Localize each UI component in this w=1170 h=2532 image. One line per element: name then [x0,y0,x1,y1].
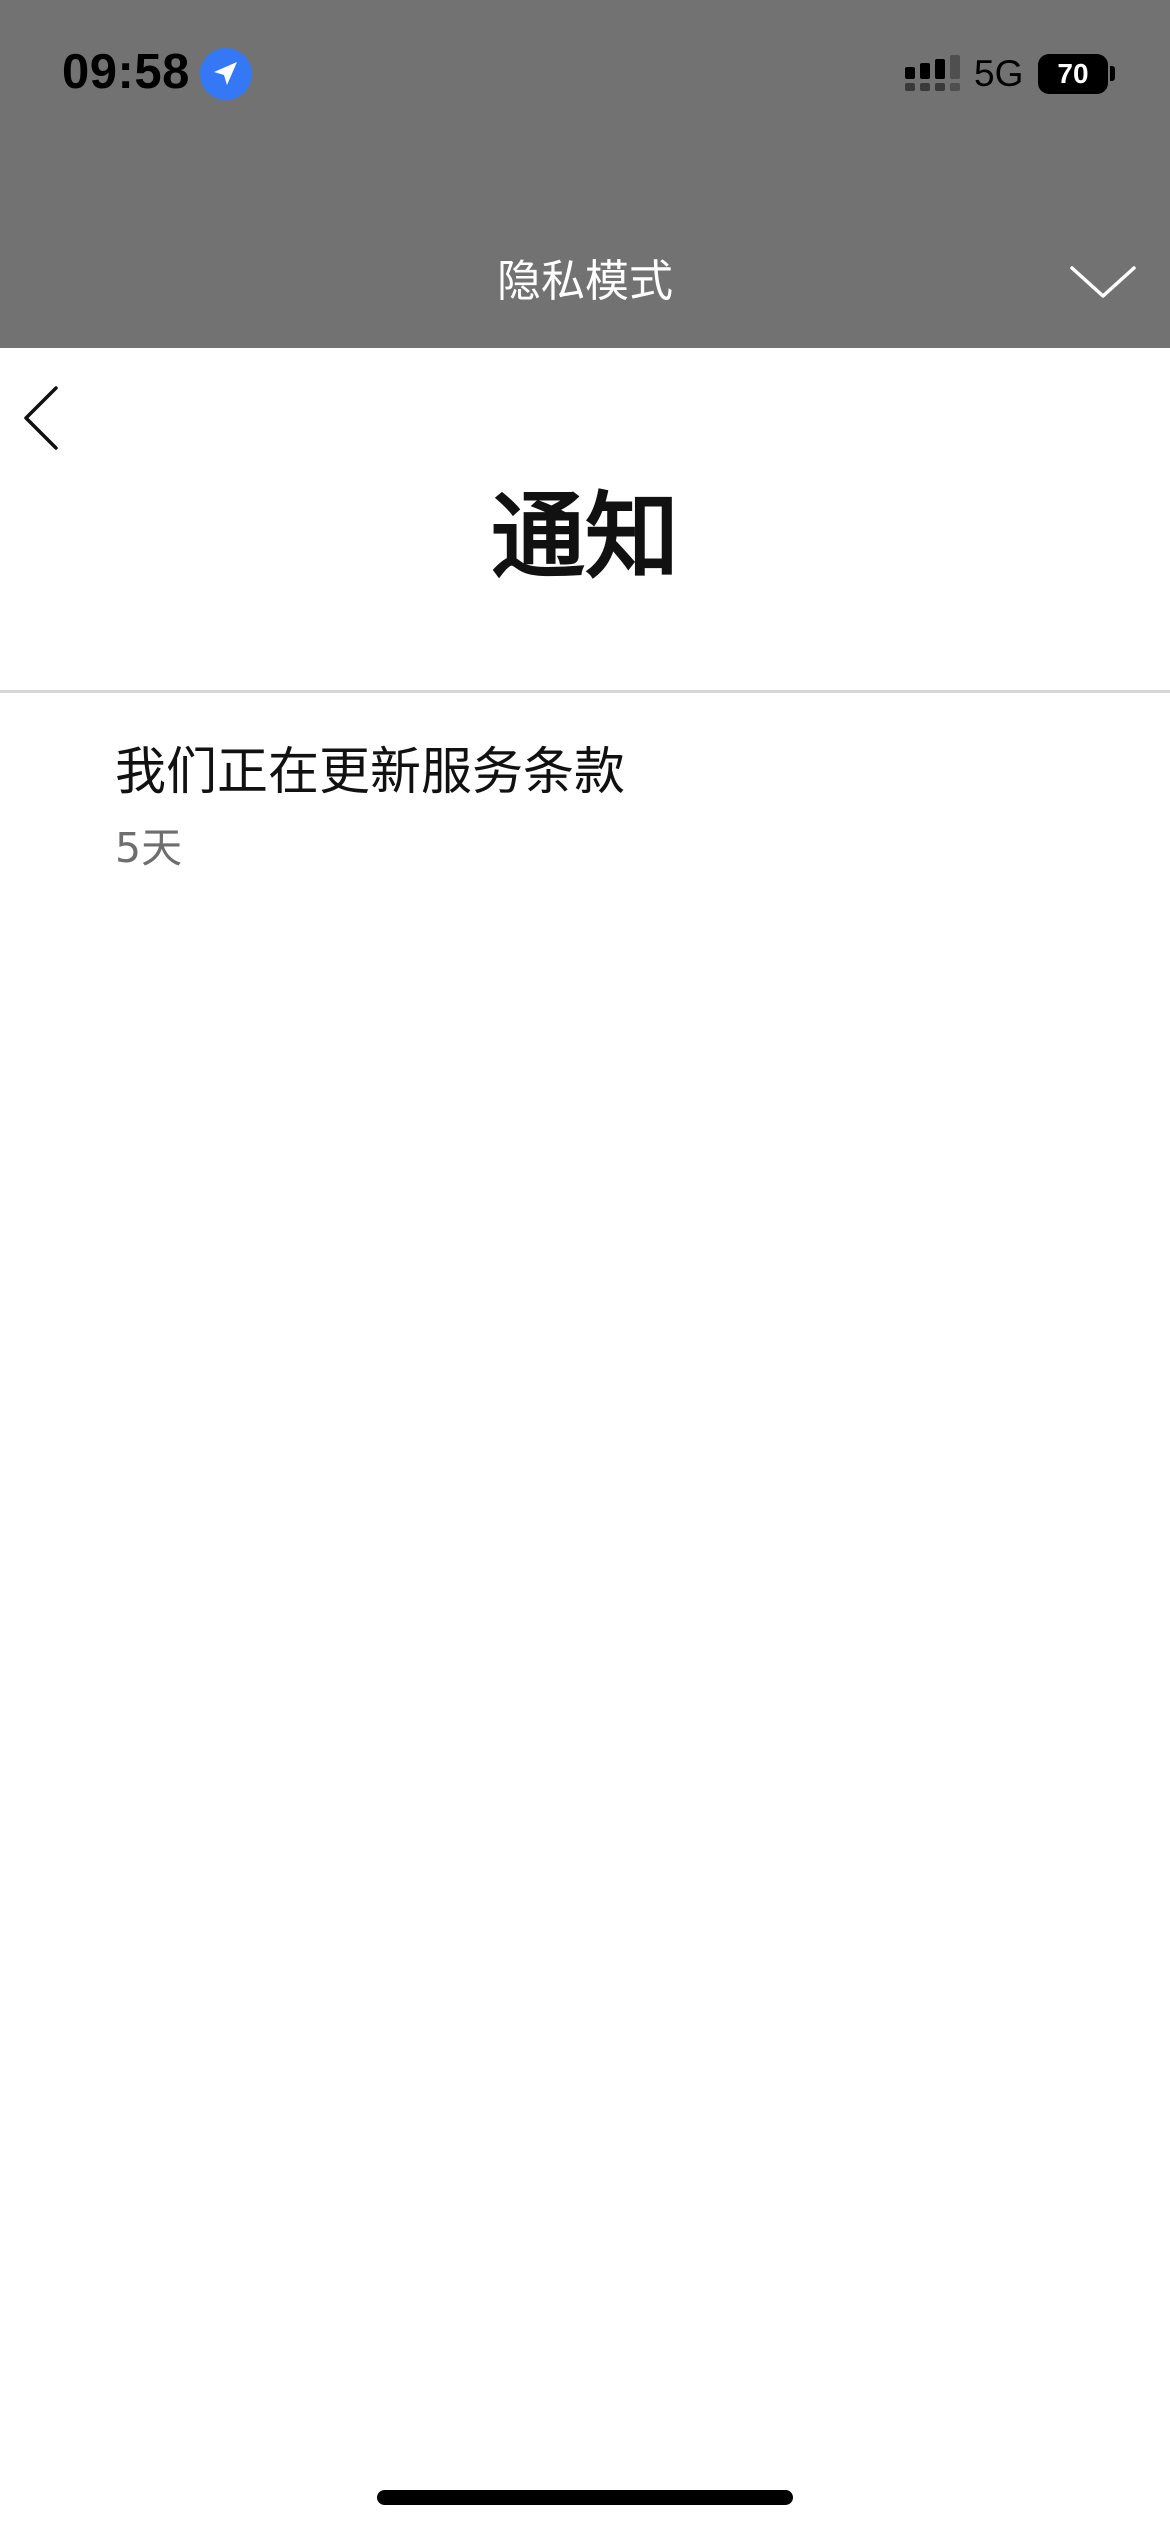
back-button[interactable] [12,380,72,454]
notification-title: 我们正在更新服务条款 [115,743,626,802]
home-indicator[interactable] [377,2490,793,2505]
privacy-mode-title[interactable]: 隐私模式 [0,245,1170,319]
location-arrow-icon [200,48,252,100]
notification-time: 5天 [115,824,183,872]
header-divider [0,690,1170,693]
page-title: 通知 [490,483,679,592]
notification-item[interactable]: 我们正在更新服务条款 5天 [0,700,1170,890]
battery-cap [1110,66,1115,81]
chevron-down-icon[interactable] [1068,260,1138,302]
status-time: 09:58 [62,45,190,99]
battery-level: 70 [1057,58,1089,89]
battery-icon: 70 [1038,54,1108,94]
network-type: 5G [974,53,1024,94]
cellular-signal-icon [905,55,960,91]
privacy-banner: 09:58 5G 70 隐私模式 [0,0,1170,348]
